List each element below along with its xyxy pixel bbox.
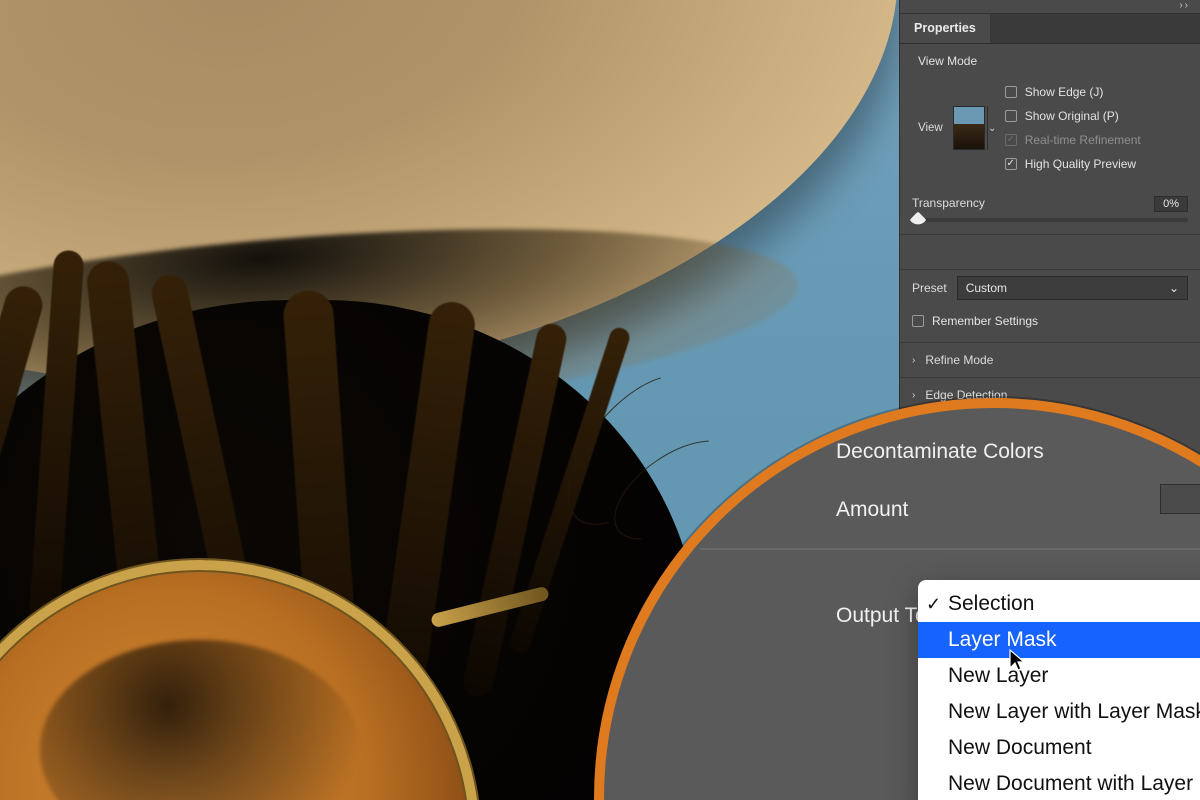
preset-row: Preset Custom ⌄ (900, 270, 1200, 310)
chevron-right-icon: › (912, 355, 915, 366)
magnifier-callout: Decontaminate Colors Amount Output To ✓ … (594, 398, 1200, 800)
output-to-label: Output To (836, 604, 927, 628)
panel-separator (900, 234, 1200, 270)
high-quality-preview-row[interactable]: High Quality Preview (1005, 152, 1182, 176)
decontaminate-colors-label: Decontaminate Colors (836, 440, 1044, 464)
transparency-row: Transparency 0% (900, 194, 1200, 234)
menu-item-label: New Document with Layer Mask (948, 772, 1200, 796)
show-edge-checkbox[interactable] (1005, 86, 1017, 98)
menu-item-new-document[interactable]: New Document (918, 730, 1200, 766)
menu-item-new-layer-with-mask[interactable]: New Layer with Layer Mask (918, 694, 1200, 730)
panel-tabs: Properties (900, 14, 1200, 44)
panel-expand-icon[interactable]: ›› (900, 0, 1200, 14)
high-quality-preview-checkbox[interactable] (1005, 158, 1017, 170)
refine-mode-label: Refine Mode (925, 353, 993, 367)
transparency-value[interactable]: 0% (1154, 196, 1188, 212)
view-thumbnail[interactable] (953, 106, 985, 150)
menu-item-label: Selection (948, 592, 1034, 616)
chevron-down-icon: ⌄ (1169, 281, 1179, 295)
menu-item-layer-mask[interactable]: Layer Mask (918, 622, 1200, 658)
amount-label: Amount (836, 498, 908, 522)
realtime-refinement-checkbox (1005, 134, 1017, 146)
menu-item-label: New Document (948, 736, 1092, 760)
check-icon: ✓ (926, 594, 941, 615)
high-quality-preview-label: High Quality Preview (1025, 157, 1136, 171)
menu-item-selection[interactable]: ✓ Selection (918, 586, 1200, 622)
remember-settings-checkbox[interactable] (912, 315, 924, 327)
refine-mode-disclose[interactable]: › Refine Mode (900, 342, 1200, 377)
remember-settings-row[interactable]: Remember Settings (900, 310, 1200, 342)
preset-label: Preset (912, 281, 947, 295)
realtime-refinement-row: Real-time Refinement (1005, 128, 1182, 152)
menu-item-label: New Layer (948, 664, 1048, 688)
transparency-slider[interactable] (912, 218, 1188, 222)
show-original-label: Show Original (P) (1025, 109, 1119, 123)
view-label: View (918, 122, 943, 134)
show-original-row[interactable]: Show Original (P) (1005, 104, 1182, 128)
show-edge-row[interactable]: Show Edge (J) (1005, 80, 1182, 104)
menu-item-label: New Layer with Layer Mask (948, 700, 1200, 724)
transparency-slider-knob[interactable] (909, 212, 926, 229)
menu-item-new-document-with-mask[interactable]: New Document with Layer Mask (918, 766, 1200, 800)
amount-value-box[interactable] (1160, 484, 1200, 514)
divider (700, 548, 1200, 550)
menu-item-new-layer[interactable]: New Layer (918, 658, 1200, 694)
preset-dropdown[interactable]: Custom ⌄ (957, 276, 1188, 300)
menu-item-label: Layer Mask (948, 628, 1057, 652)
show-original-checkbox[interactable] (1005, 110, 1017, 122)
remember-settings-label: Remember Settings (932, 314, 1038, 328)
output-to-menu[interactable]: ✓ Selection Layer Mask New Layer New Lay… (918, 580, 1200, 800)
tab-properties[interactable]: Properties (900, 14, 990, 43)
cursor-pointer-icon (1008, 648, 1026, 672)
chevron-right-icon: › (912, 390, 915, 401)
view-mode-section: View Mode View ⌄ Show Edge (J) Show Orig… (900, 44, 1200, 194)
view-thumbnail-caret-icon[interactable]: ⌄ (987, 106, 997, 150)
view-mode-heading: View Mode (912, 54, 1188, 68)
show-edge-label: Show Edge (J) (1025, 85, 1104, 99)
transparency-label: Transparency (912, 196, 985, 212)
realtime-refinement-label: Real-time Refinement (1025, 133, 1141, 147)
preset-value: Custom (966, 281, 1007, 295)
